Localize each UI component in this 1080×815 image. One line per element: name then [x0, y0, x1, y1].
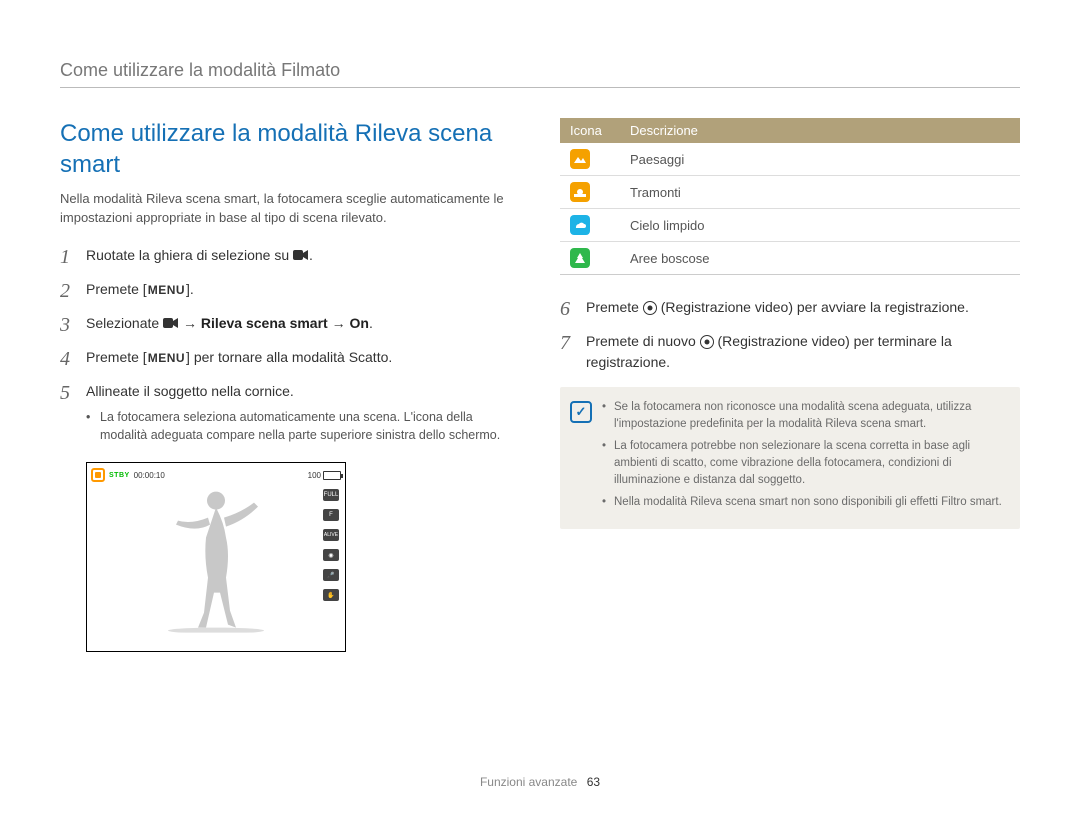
- step-text: Premete di nuovo: [586, 333, 700, 349]
- table-row: Cielo limpido: [560, 209, 1020, 242]
- step-text: Selezionate: [86, 315, 163, 331]
- step-text: Premete: [586, 299, 643, 315]
- battery-indicator: 100: [308, 471, 341, 480]
- table-header-icon: Icona: [560, 118, 620, 143]
- sub-bullet-item: La fotocamera seleziona automaticamente …: [86, 408, 520, 444]
- step-bold: On: [349, 315, 368, 331]
- step-number: 3: [60, 313, 86, 337]
- footer-section: Funzioni avanzate: [480, 775, 577, 789]
- step-6: 6 Premete (Registrazione video) per avvi…: [560, 297, 1020, 321]
- alive-icon: ALIVE: [323, 529, 339, 541]
- step-text: Ruotate la ghiera di selezione su: [86, 247, 293, 263]
- recording-time: 00:00:10: [134, 471, 165, 480]
- page-footer: Funzioni avanzate 63: [0, 775, 1080, 789]
- battery-value: 100: [308, 471, 321, 480]
- icon-cell: [560, 176, 620, 209]
- note-item: Nella modalità Rileva scena smart non so…: [602, 494, 1006, 511]
- step-4: 4 Premete [MENU] per tornare alla modali…: [60, 347, 520, 371]
- steps-list-right: 6 Premete (Registrazione video) per avvi…: [560, 297, 1020, 373]
- stby-label: STBY: [109, 472, 130, 479]
- step-text: ].: [186, 281, 194, 297]
- fullhd-icon: FULL: [323, 489, 339, 501]
- table-header-desc: Descrizione: [620, 118, 1020, 143]
- camera-icon: ◉: [323, 549, 339, 561]
- section-title: Come utilizzare la modalità Rileva scena…: [60, 118, 520, 180]
- icon-cell: [560, 242, 620, 275]
- intro-text: Nella modalità Rileva scena smart, la fo…: [60, 190, 520, 226]
- note-item: Se la fotocamera non riconosce una modal…: [602, 399, 1006, 432]
- desc-cell: Tramonti: [620, 176, 1020, 209]
- scene-icon: [570, 182, 590, 202]
- icon-table: Icona Descrizione PaesaggiTramontiCielo …: [560, 118, 1020, 275]
- stabilizer-icon: ✋: [323, 589, 339, 601]
- left-column: Come utilizzare la modalità Rileva scena…: [60, 118, 520, 652]
- scene-icon: [570, 149, 590, 169]
- camera-preview-illustration: STBY 00:00:10 100 FULL F ALIVE ◉ 🎤 ✋: [86, 462, 346, 652]
- right-column: Icona Descrizione PaesaggiTramontiCielo …: [560, 118, 1020, 652]
- scene-icon: [570, 215, 590, 235]
- menu-button-label: MENU: [147, 281, 186, 299]
- step-sub-bullets: La fotocamera seleziona automaticamente …: [86, 408, 520, 444]
- desc-cell: Cielo limpido: [620, 209, 1020, 242]
- footer-page-number: 63: [587, 775, 600, 789]
- f-icon: F: [323, 509, 339, 521]
- movie-mode-icon: [293, 246, 309, 267]
- step-number: 5: [60, 381, 86, 405]
- note-list: Se la fotocamera non riconosce una modal…: [602, 399, 1006, 517]
- table-row: Tramonti: [560, 176, 1020, 209]
- info-icon: ✓: [570, 401, 592, 423]
- page-header: Come utilizzare la modalità Filmato: [60, 60, 1020, 88]
- record-button-icon: [643, 301, 657, 315]
- movie-settings-icon: [163, 314, 179, 335]
- step-number: 6: [560, 297, 586, 321]
- step-bold: Rileva scena smart: [201, 315, 328, 331]
- preview-right-icons: FULL F ALIVE ◉ 🎤 ✋: [323, 489, 339, 645]
- steps-list-left: 1 Ruotate la ghiera di selezione su . 2 …: [60, 245, 520, 448]
- step-number: 1: [60, 245, 86, 269]
- dancer-silhouette: [156, 483, 276, 638]
- desc-cell: Paesaggi: [620, 143, 1020, 176]
- step-2: 2 Premete [MENU].: [60, 279, 520, 303]
- record-indicator-icon: [91, 468, 105, 482]
- note-item: La fotocamera potrebbe non selezionare l…: [602, 438, 1006, 488]
- step-text: Premete [: [86, 281, 147, 297]
- mic-icon: 🎤: [323, 569, 339, 581]
- step-5: 5 Allineate il soggetto nella cornice. L…: [60, 381, 520, 448]
- record-button-icon: [700, 335, 714, 349]
- step-3: 3 Selezionate → Rileva scena smart → On.: [60, 313, 520, 337]
- step-text: Premete [: [86, 349, 147, 365]
- note-box: ✓ Se la fotocamera non riconosce una mod…: [560, 387, 1020, 529]
- content-columns: Come utilizzare la modalità Rileva scena…: [60, 118, 1020, 652]
- step-number: 4: [60, 347, 86, 371]
- step-7: 7 Premete di nuovo (Registrazione video)…: [560, 331, 1020, 373]
- icon-cell: [560, 209, 620, 242]
- menu-button-label: MENU: [147, 349, 186, 367]
- step-number: 2: [60, 279, 86, 303]
- table-row: Paesaggi: [560, 143, 1020, 176]
- step-1: 1 Ruotate la ghiera di selezione su .: [60, 245, 520, 269]
- step-text: (Registrazione video) per avviare la reg…: [657, 299, 969, 315]
- arrow-icon: →: [183, 315, 201, 331]
- icon-cell: [560, 143, 620, 176]
- desc-cell: Aree boscose: [620, 242, 1020, 275]
- step-number: 7: [560, 331, 586, 355]
- arrow-icon: →: [332, 315, 350, 331]
- step-text: ] per tornare alla modalità Scatto.: [186, 349, 392, 365]
- scene-icon: [570, 248, 590, 268]
- step-text: Allineate il soggetto nella cornice.: [86, 383, 294, 399]
- table-row: Aree boscose: [560, 242, 1020, 275]
